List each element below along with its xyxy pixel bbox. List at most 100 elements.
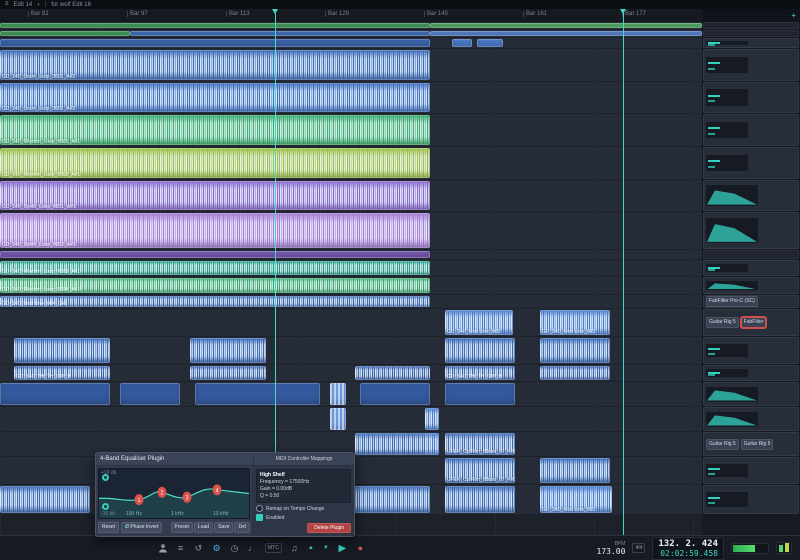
track-header[interactable] — [703, 407, 799, 431]
audio-clip[interactable]: GD_140_Rhythm_Loop_0004_A#1 — [0, 278, 430, 293]
audio-clip[interactable] — [425, 433, 439, 455]
audio-clip[interactable]: GD_140_Rhythm_Loop_0002_A#1 — [0, 148, 430, 178]
audio-clip[interactable]: GD_140_Mod Line_001 — [445, 310, 513, 335]
audio-clip[interactable] — [355, 366, 430, 380]
audio-clip[interactable] — [130, 31, 430, 36]
audio-clip[interactable]: GD_140_Rhythm_Loop_0003_A#1 — [0, 261, 430, 275]
audio-clip[interactable] — [445, 486, 515, 513]
eq-q-knob[interactable] — [102, 503, 109, 510]
track-header[interactable] — [703, 382, 799, 406]
audio-clip[interactable]: GD_140_TH_TH_007_B — [445, 366, 515, 380]
metronome-icon[interactable]: ♩ — [247, 544, 258, 553]
track-header[interactable] — [703, 277, 799, 294]
audio-clip[interactable]: GD_140_Mod Line_001 — [540, 310, 610, 335]
audio-clip[interactable] — [330, 408, 346, 430]
remap-checkbox[interactable] — [256, 505, 263, 512]
track-header[interactable] — [703, 260, 799, 276]
audio-clip[interactable] — [0, 251, 430, 258]
edit-tab[interactable]: Edit 14 — [14, 2, 33, 8]
user-icon[interactable] — [158, 543, 168, 553]
audio-clip[interactable] — [0, 39, 430, 47]
audio-clip[interactable]: GD_140_Mod Line_001 — [540, 486, 612, 513]
record-button[interactable]: ● — [355, 544, 366, 553]
mtc-toggle[interactable]: MTC — [265, 543, 282, 553]
settings-icon[interactable]: ⚙ — [211, 544, 222, 553]
audio-clip[interactable] — [350, 486, 430, 513]
audio-clip[interactable] — [190, 338, 266, 363]
track-header[interactable] — [703, 485, 799, 514]
remap-checkbox-row[interactable]: Remap on Tempo Change — [256, 505, 351, 512]
audio-clip[interactable] — [190, 366, 266, 380]
audio-clip[interactable]: GD_140_Drum_Loop_0001_A#1 — [0, 50, 430, 80]
document-tab[interactable]: for wolf Edit 16 — [51, 2, 91, 8]
audio-clip[interactable]: UFEK_CplRtm_BBars_07_F#8 — [445, 433, 515, 455]
plugin-chip[interactable]: FabFilter — [741, 317, 767, 328]
save-button[interactable]: Save — [214, 522, 233, 533]
track-header[interactable] — [703, 212, 799, 249]
nudge-down-button[interactable]: ▼ — [322, 544, 330, 553]
plugin-chip[interactable]: FabFilter Pro-C (SC) — [706, 296, 758, 307]
preset-button[interactable]: Preset — [171, 522, 193, 533]
audio-clip[interactable] — [425, 408, 439, 430]
audio-clip[interactable] — [430, 31, 702, 36]
enabled-checkbox-row[interactable]: Enabled — [256, 514, 351, 521]
audio-clip[interactable]: GD_140_Drum_Loop_0002_A#1 — [0, 83, 430, 112]
audio-clip[interactable] — [0, 486, 90, 513]
menu-icon[interactable]: ≡ — [175, 544, 186, 553]
track-header[interactable]: Guitar Rig 5FabFilter — [703, 309, 799, 336]
eq-plugin-window[interactable]: 4-Band Equaliser Plugin MIDI Controller … — [95, 452, 355, 537]
track-header[interactable] — [703, 49, 799, 81]
bar-ruler[interactable]: Bar 81Bar 97Bar 113Bar 129Bar 145Bar 161… — [0, 9, 702, 23]
audio-clip[interactable] — [430, 23, 702, 28]
audio-clip[interactable] — [445, 383, 515, 405]
audio-clip[interactable]: GD_140_Synth_Loop_0002_A#1 — [0, 213, 430, 248]
audio-clip[interactable]: UFEK_CplRtm_BBars_07_F#8 — [445, 458, 515, 483]
audio-clip[interactable] — [0, 383, 110, 405]
eq-gain-knob[interactable] — [102, 474, 109, 481]
plugin-chip[interactable]: Guitar Rig 5 — [706, 439, 739, 450]
app-menu-icon[interactable]: ≡ — [5, 0, 9, 9]
position-display[interactable]: 132. 2. 424 02:02:59.458 — [652, 537, 724, 560]
track-header[interactable]: FabFilter Pro-C (SC) — [703, 295, 799, 308]
track-header[interactable] — [703, 457, 799, 484]
track-header[interactable] — [703, 114, 799, 146]
audio-clip[interactable] — [330, 383, 346, 405]
plugin-chip[interactable]: Guitar Rig 5 — [741, 439, 774, 450]
midi-icon[interactable]: ♫ — [289, 544, 300, 553]
track-header[interactable] — [703, 365, 799, 381]
track-header[interactable] — [703, 147, 799, 179]
plugin-chip[interactable]: Guitar Rig 5 — [706, 317, 739, 328]
add-track-button[interactable]: + — [791, 11, 796, 20]
delete-preset-button[interactable]: Del — [234, 522, 250, 533]
reset-button[interactable]: Reset — [98, 522, 119, 533]
timesig-display[interactable]: 4/4 — [632, 543, 645, 553]
track-header[interactable] — [703, 337, 799, 364]
audio-clip[interactable]: GD_140_Synth_Loop_0001_A#1 — [0, 181, 430, 210]
play-button[interactable]: ▶ — [337, 544, 348, 553]
eq-curve-display[interactable]: 1 2 3 4 +16 db -16 db 100 Hz 1 kHz 10 kH… — [98, 468, 250, 519]
audio-clip[interactable] — [195, 383, 320, 405]
audio-clip[interactable] — [0, 23, 430, 28]
audio-clip[interactable] — [14, 338, 110, 363]
load-button[interactable]: Load — [194, 522, 213, 533]
track-header[interactable] — [703, 38, 799, 48]
nudge-up-button[interactable]: ▲ — [307, 544, 315, 553]
track-header[interactable] — [703, 180, 799, 211]
audio-clip[interactable] — [445, 338, 515, 363]
audio-clip[interactable] — [355, 433, 430, 455]
edit-tab-chevron-icon[interactable]: ▾ — [37, 2, 40, 8]
undo-icon[interactable]: ↺ — [193, 544, 204, 553]
audio-clip[interactable]: GD_140_Rhythm_Loop_0001_A#1 — [0, 115, 430, 145]
track-header[interactable] — [703, 250, 799, 259]
audio-clip[interactable]: GD_140_Mod Line_004_G#1 — [0, 296, 430, 307]
track-header[interactable] — [703, 22, 799, 29]
audio-clip[interactable] — [477, 39, 503, 47]
audio-clip[interactable] — [120, 383, 180, 405]
audio-clip[interactable] — [452, 39, 472, 47]
bpm-display[interactable]: BPM 173.00 — [597, 541, 626, 555]
audio-clip[interactable] — [360, 383, 430, 405]
track-header[interactable] — [703, 82, 799, 113]
plugin-titlebar[interactable]: 4-Band Equaliser Plugin MIDI Controller … — [96, 453, 354, 466]
track-header[interactable]: Guitar Rig 5Guitar Rig 5 — [703, 432, 799, 456]
phase-invert-button[interactable]: Ø Phase Invert — [121, 522, 162, 533]
